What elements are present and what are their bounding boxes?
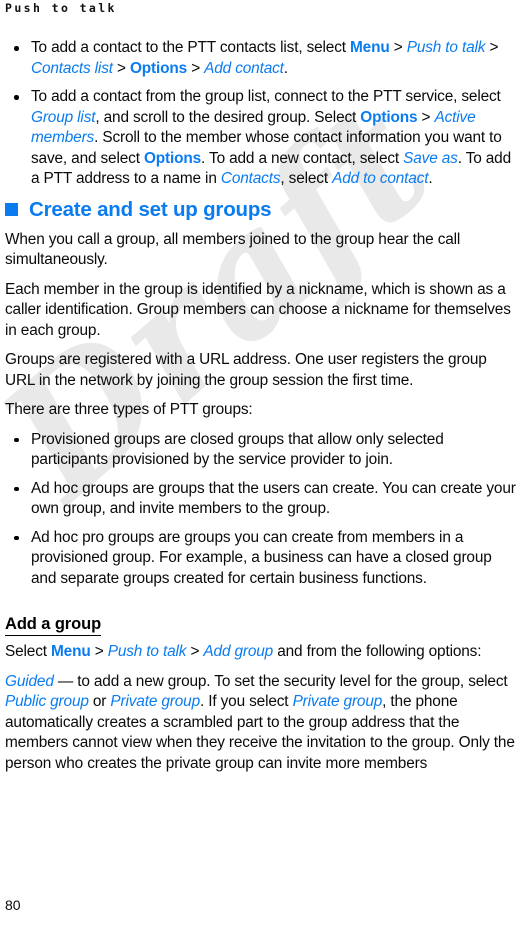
list-item: Ad hoc pro groups are groups you can cre… [5,528,517,590]
page-content: To add a contact to the PTT contacts lis… [5,38,517,783]
text-run: — to add a new group. To set the securit… [53,672,508,690]
list-item-text: To add a contact from the group list, co… [31,88,511,187]
list-item: Provisioned groups are closed groups tha… [5,430,517,471]
item-term: Add to contact [332,170,429,187]
text-run: To add a contact to the PTT contacts lis… [31,39,351,56]
path-separator: > [112,59,130,77]
intro-bullet-list: To add a contact to the PTT contacts lis… [5,38,517,190]
list-item-text: Provisioned groups are closed groups tha… [31,430,444,469]
item-term: Guided [5,672,54,690]
text-run: Select [5,643,52,660]
section-marker-square-icon [5,203,18,216]
text-run: . [283,59,288,77]
menu-term: Options [360,108,418,126]
bullet-dot-icon [14,437,19,442]
bullet-dot-icon [14,46,19,51]
running-head: Push to talk [5,1,117,15]
group-types-bullet-list: Provisioned groups are closed groups tha… [5,430,517,590]
text-run: . To add a new contact, select [201,149,404,167]
subsection-heading-wrap: Add a group [5,615,517,636]
bullet-dot-icon [14,486,19,491]
path-separator: > [485,39,499,56]
item-term: Private group [110,693,200,710]
menu-term: Menu [350,39,390,56]
bullet-dot-icon [14,95,19,100]
paragraph: When you call a group, all members joine… [5,230,461,269]
path-separator: > [417,108,435,126]
item-term: Add group [203,643,274,660]
text-run: or [88,693,111,710]
bullet-dot-icon [14,535,19,540]
list-item: Ad hoc groups are groups that the users … [5,479,517,520]
item-term: Add contact [204,59,284,77]
list-item-text: Ad hoc groups are groups that the users … [31,479,516,518]
item-term: Save as [403,149,458,167]
list-item: To add a contact from the group list, co… [5,87,517,190]
text-run: , and scroll to the desired group. Selec… [95,108,361,126]
paragraph: Groups are registered with a URL address… [5,351,487,389]
page-number: 80 [5,897,21,913]
list-item: To add a contact to the PTT contacts lis… [5,38,517,79]
item-term: Contacts [220,170,281,187]
section-heading-label: Create and set up groups [29,197,272,221]
paragraph: Guided — to add a new group. To set the … [5,672,517,775]
paragraph: Each member in the group is identified b… [5,280,511,339]
text-run: and from the following options: [273,643,482,660]
path-separator: > [187,59,205,77]
menu-term: Menu [51,643,91,660]
paragraph: Select Menu > Push to talk > Add group a… [5,642,517,663]
text-run: , select [280,170,333,187]
item-term: Push to talk [406,39,486,56]
menu-term: Options [143,149,202,167]
item-term: Public group [5,693,89,710]
paragraph: There are three types of PTT groups: [5,401,253,418]
item-term: Contacts list [31,59,113,77]
item-term: Push to talk [107,643,187,660]
text-run: To add a contact from the group list, co… [31,88,501,105]
list-item-text: To add a contact to the PTT contacts lis… [31,39,498,77]
menu-term: Options [129,59,188,77]
path-separator: > [389,39,407,56]
manual-page: Push to talk To add a contact to the PTT… [0,0,520,925]
list-item-text: Ad hoc pro groups are groups you can cre… [31,528,492,587]
path-separator: > [186,643,204,660]
item-term: Private group [292,693,383,710]
item-term: Group list [31,108,96,126]
text-run: . [428,170,433,187]
subsection-heading: Add a group [5,615,101,636]
section-heading: Create and set up groups [5,198,517,222]
text-run: . If you select [200,693,293,710]
path-separator: > [90,643,108,660]
